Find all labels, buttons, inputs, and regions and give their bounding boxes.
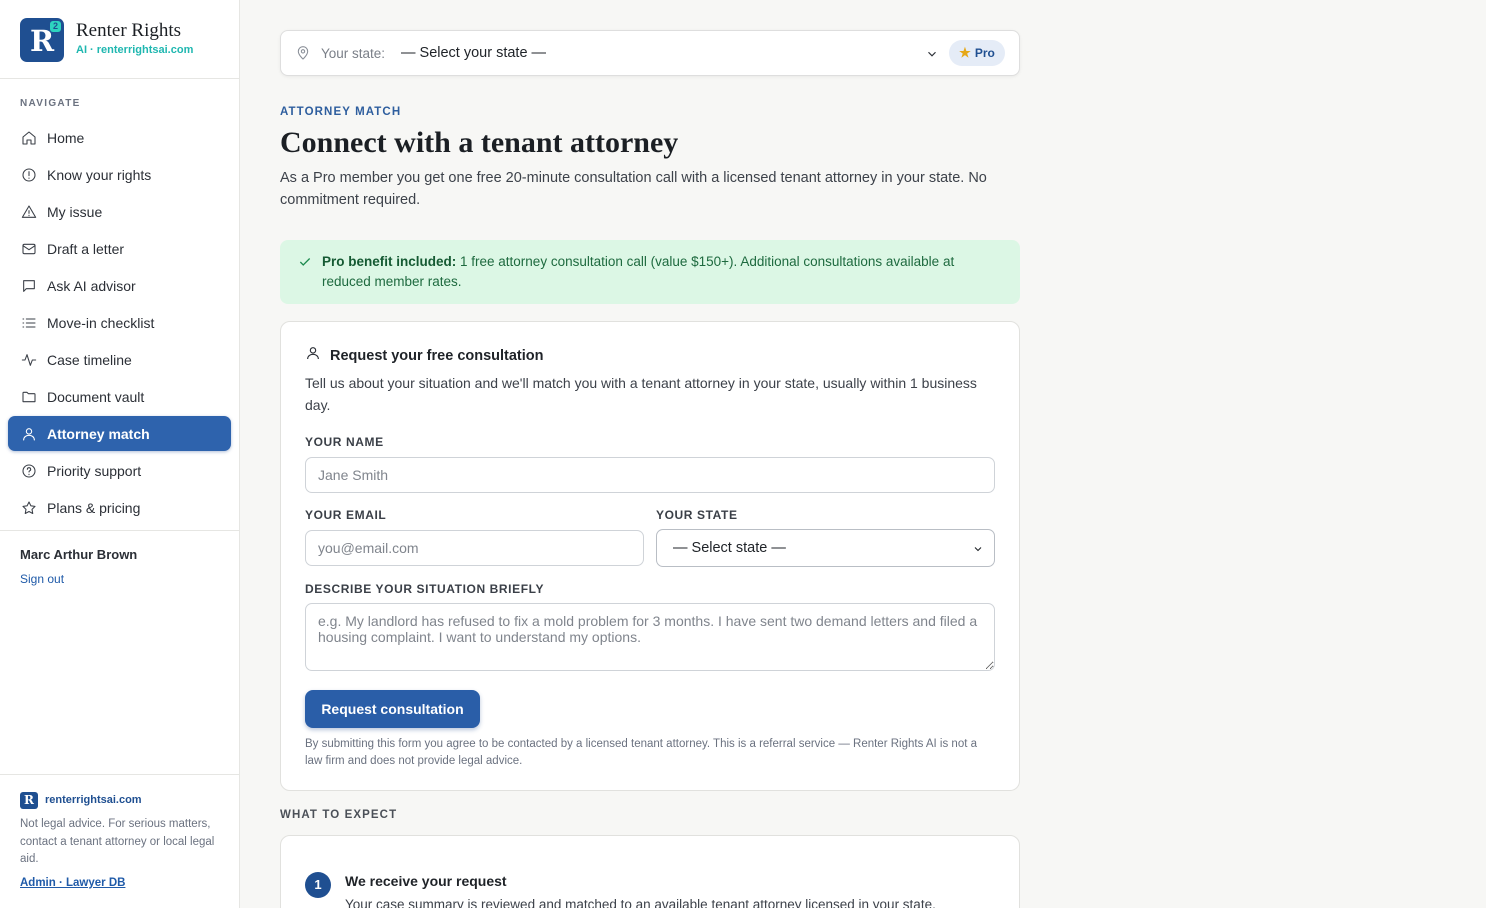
sidebar-item-label: My issue [47,203,103,220]
pro-benefit-banner: Pro benefit included: 1 free attorney co… [280,240,1020,304]
divider [0,530,239,531]
sidebar-item-label: Document vault [47,388,145,405]
step-description: Your case summary is reviewed and matche… [345,897,936,908]
folder-icon [20,388,37,405]
sidebar-item-draft-a-letter[interactable]: Draft a letter [8,231,231,266]
state-selector-bar[interactable]: Your state: — Select your state — ★ Pro [280,30,1020,76]
user-name: Marc Arthur Brown [20,547,138,562]
sidebar: R 2 Renter Rights AI · renterrightsai.co… [0,0,240,908]
name-label: YOUR NAME [305,435,384,449]
chevron-down-icon[interactable] [925,47,939,61]
nav-heading: NAVIGATE [20,98,81,109]
warning-triangle-icon [20,203,37,220]
sidebar-nav: Home Know your rights My issue Draft a l… [8,120,231,527]
admin-lawyer-db-link[interactable]: Admin · Lawyer DB [20,877,125,889]
sidebar-item-label: Case timeline [47,351,132,368]
request-consultation-button[interactable]: Request consultation [305,690,480,728]
footer-site[interactable]: renterrightsai.com [45,794,142,806]
consultation-form-card: Request your free consultation Tell us a… [280,321,1020,791]
what-to-expect-heading: WHAT TO EXPECT [280,809,398,821]
logo: R 2 [20,18,64,62]
name-input[interactable] [305,457,995,493]
sign-out-link[interactable]: Sign out [20,572,64,586]
footer-logo: R [20,792,38,809]
form-description: Tell us about your situation and we'll m… [305,375,977,413]
pro-badge-label: Pro [974,46,995,60]
sidebar-item-ask-ai-advisor[interactable]: Ask AI advisor [8,268,231,303]
sidebar-item-priority-support[interactable]: Priority support [8,453,231,488]
sidebar-item-label: Ask AI advisor [47,277,136,294]
pro-badge: ★ Pro [949,40,1005,66]
email-input[interactable] [305,530,644,566]
sidebar-item-attorney-match[interactable]: Attorney match [8,416,231,451]
brand[interactable]: R 2 Renter Rights AI · renterrightsai.co… [20,18,230,62]
brand-name: Renter Rights [76,20,182,41]
divider [0,774,239,775]
form-heading: Request your free consultation [305,345,544,366]
sidebar-item-move-in-checklist[interactable]: Move-in checklist [8,305,231,340]
email-label: YOUR EMAIL [305,508,387,522]
form-title: Request your free consultation [330,347,544,364]
page-eyebrow: ATTORNEY MATCH [280,106,402,118]
situation-label: DESCRIBE YOUR SITUATION BRIEFLY [305,582,545,596]
sidebar-item-my-issue[interactable]: My issue [8,194,231,229]
step-number: 1 [305,872,331,898]
chat-icon [20,277,37,294]
sidebar-item-document-vault[interactable]: Document vault [8,379,231,414]
chevron-down-icon [972,542,984,554]
state-field-label: YOUR STATE [656,508,738,522]
help-circle-icon [20,462,37,479]
divider [0,78,239,79]
star-icon [20,499,37,516]
location-pin-icon [295,45,311,61]
info-circle-icon [20,166,37,183]
sidebar-item-plans-pricing[interactable]: Plans & pricing [8,490,231,525]
star-icon: ★ [959,45,971,60]
mail-icon [20,240,37,257]
sidebar-item-label: Move-in checklist [47,314,155,331]
footer-disclaimer: Not legal advice. For serious matters, c… [20,818,215,865]
situation-textarea[interactable] [305,603,995,671]
list-icon [20,314,37,331]
sidebar-item-label: Draft a letter [47,240,125,257]
check-icon [298,255,312,269]
user-icon [20,425,37,442]
logo-badge: 2 [50,21,61,32]
benefit-text: Pro benefit included: 1 free attorney co… [322,252,1002,292]
form-disclaimer: By submitting this form you agree to be … [305,738,978,767]
sidebar-item-label: Home [47,129,85,146]
activity-icon [20,351,37,368]
expect-steps-card: 1 We receive your request Your case summ… [280,835,1020,908]
sidebar-item-know-your-rights[interactable]: Know your rights [8,157,231,192]
sidebar-item-label: Attorney match [47,425,150,442]
state-select-value[interactable]: — Select your state — [401,45,546,61]
sidebar-item-label: Know your rights [47,166,152,183]
brand-subtitle: AI · renterrightsai.com [76,44,194,56]
benefit-bold: Pro benefit included: [322,254,457,269]
sidebar-item-label: Plans & pricing [47,499,141,516]
step-title: We receive your request [345,873,507,889]
state-select-value: — Select state — [673,540,786,556]
sidebar-item-case-timeline[interactable]: Case timeline [8,342,231,377]
user-icon [305,345,321,366]
home-icon [20,129,37,146]
sidebar-item-home[interactable]: Home [8,120,231,155]
state-select[interactable]: — Select state — [656,529,995,567]
page-lead: As a Pro member you get one free 20-minu… [280,170,987,208]
state-label: Your state: [321,46,386,61]
page-title: Connect with a tenant attorney [280,126,679,159]
sidebar-item-label: Priority support [47,462,142,479]
